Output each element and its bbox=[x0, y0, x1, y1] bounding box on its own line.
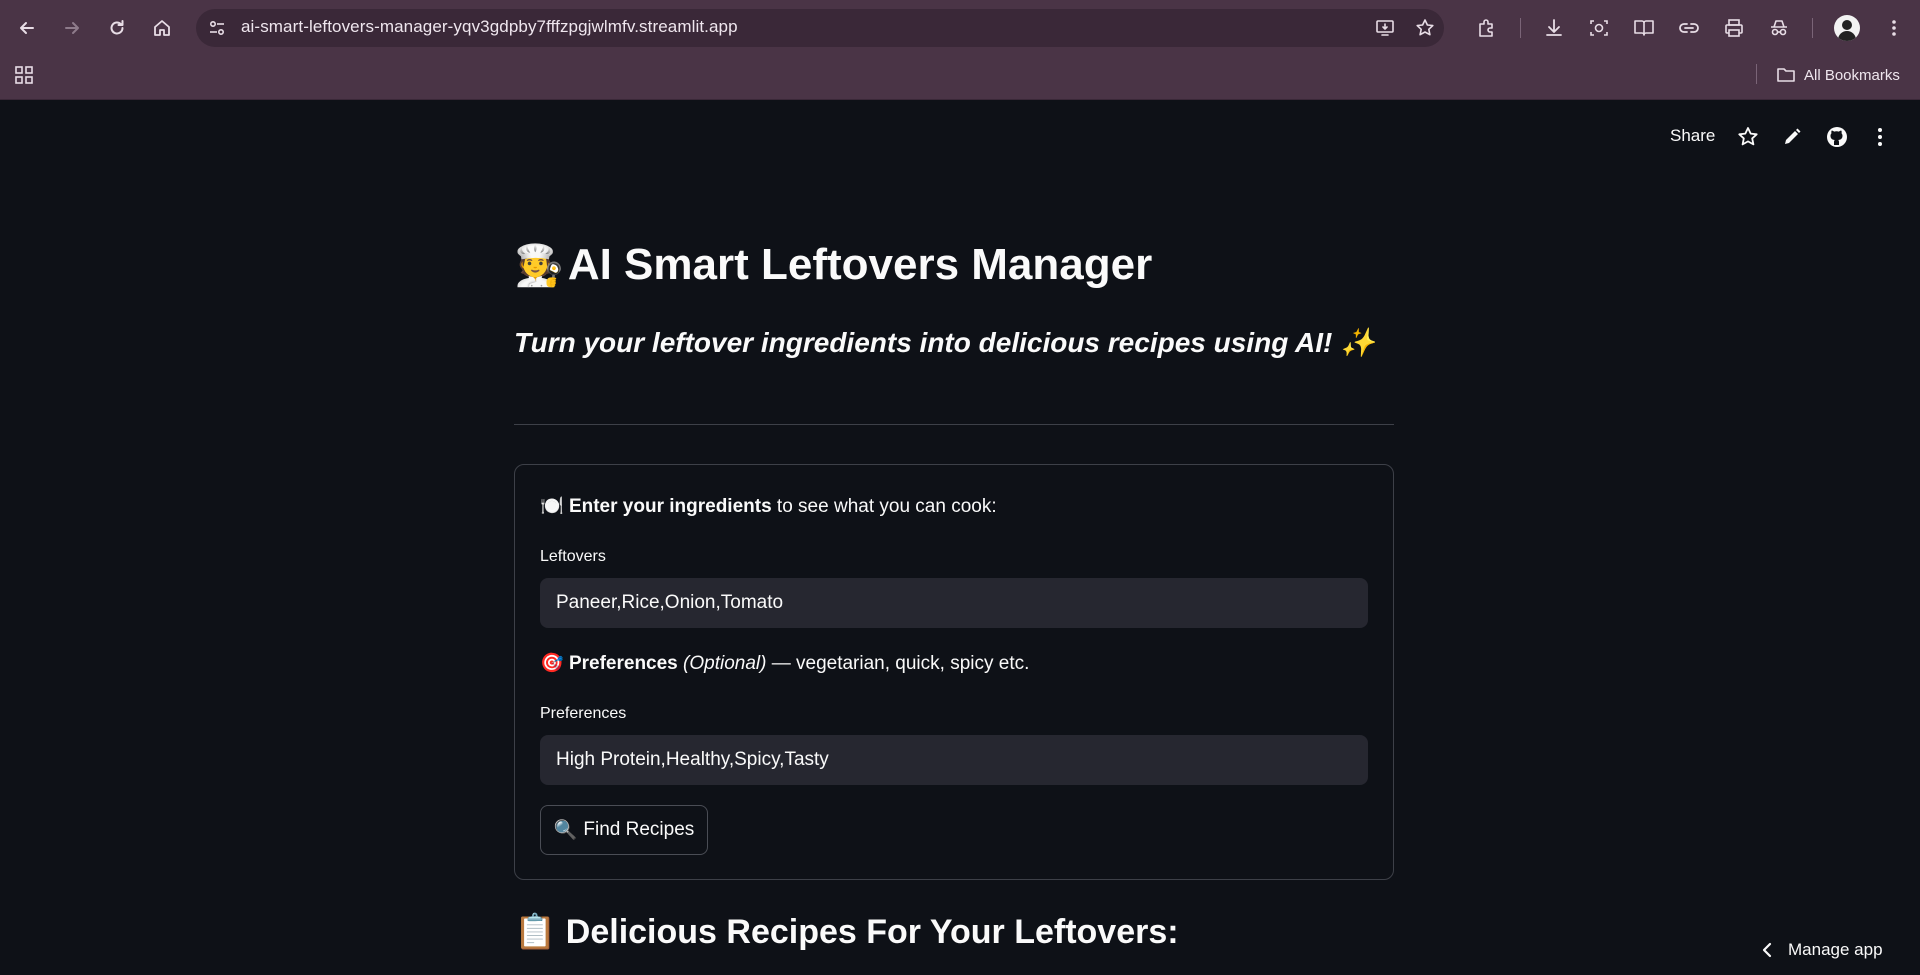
reload-icon[interactable] bbox=[101, 12, 133, 44]
back-icon[interactable] bbox=[11, 12, 43, 44]
download-icon[interactable] bbox=[1540, 14, 1568, 42]
preferences-prompt-bold: Preferences bbox=[568, 653, 678, 674]
manage-app-button[interactable]: Manage app bbox=[1760, 938, 1883, 962]
find-recipes-label: Find Recipes bbox=[583, 819, 695, 840]
bookmarks-bar bbox=[0, 56, 1920, 100]
page-subtitle: Turn your leftover ingredients into deli… bbox=[514, 327, 1375, 358]
find-recipes-button[interactable]: 🔍 Find Recipes bbox=[540, 805, 708, 855]
magnifier-emoji-icon: 🔍 bbox=[553, 820, 578, 841]
home-icon[interactable] bbox=[146, 12, 178, 44]
leftovers-input[interactable] bbox=[540, 578, 1368, 628]
preferences-label: Preferences bbox=[540, 705, 627, 722]
bookmarks-divider bbox=[1756, 64, 1757, 84]
toolbar-divider bbox=[1520, 18, 1521, 38]
reading-mode-icon[interactable] bbox=[1630, 14, 1658, 42]
ingredients-prompt-bold: Enter your ingredients bbox=[568, 496, 772, 517]
favorite-star-icon[interactable] bbox=[1736, 125, 1760, 149]
share-button[interactable]: Share bbox=[1670, 126, 1715, 146]
preferences-prompt-rest: — vegetarian, quick, spicy etc. bbox=[766, 653, 1030, 674]
folder-icon bbox=[1777, 68, 1795, 82]
manage-app-label: Manage app bbox=[1788, 940, 1883, 959]
chef-emoji-icon: 🧑‍🍳 bbox=[514, 243, 564, 288]
chevron-left-icon bbox=[1762, 942, 1772, 958]
page-title: 🧑‍🍳 AI Smart Leftovers Manager bbox=[514, 240, 1152, 290]
browser-menu-icon[interactable] bbox=[1880, 14, 1908, 42]
all-bookmarks-label: All Bookmarks bbox=[1804, 66, 1900, 84]
plate-emoji-icon: 🍽️ bbox=[540, 496, 564, 517]
preferences-prompt: 🎯 Preferences (Optional) — vegetarian, q… bbox=[540, 651, 1029, 675]
toolbar-divider bbox=[1812, 18, 1813, 38]
divider bbox=[514, 424, 1394, 425]
install-app-icon[interactable] bbox=[1372, 15, 1398, 41]
url-text[interactable]: ai-smart-leftovers-manager-yqv3gdpby7fff… bbox=[241, 17, 738, 37]
link-icon[interactable] bbox=[1675, 14, 1703, 42]
all-bookmarks-folder[interactable]: All Bookmarks bbox=[1776, 64, 1900, 86]
results-heading: 📋 Delicious Recipes For Your Leftovers: bbox=[514, 913, 1179, 951]
extensions-icon[interactable] bbox=[1473, 14, 1501, 42]
target-emoji-icon: 🎯 bbox=[540, 653, 564, 674]
app-menu-icon[interactable] bbox=[1868, 125, 1892, 149]
site-info-icon[interactable] bbox=[206, 17, 228, 39]
ingredients-prompt-rest: to see what you can cook: bbox=[771, 496, 997, 517]
incognito-icon[interactable] bbox=[1765, 14, 1793, 42]
leftovers-label: Leftovers bbox=[540, 548, 606, 565]
bookmark-star-icon[interactable] bbox=[1412, 15, 1438, 41]
ingredients-prompt: 🍽️ Enter your ingredients to see what yo… bbox=[540, 494, 997, 518]
print-icon[interactable] bbox=[1720, 14, 1748, 42]
preferences-prompt-optional: (Optional) bbox=[683, 653, 767, 674]
preferences-input[interactable] bbox=[540, 735, 1368, 785]
apps-grid-icon[interactable] bbox=[13, 64, 35, 86]
edit-pencil-icon[interactable] bbox=[1780, 125, 1804, 149]
forward-icon[interactable] bbox=[56, 12, 88, 44]
github-icon[interactable] bbox=[1825, 125, 1849, 149]
profile-avatar[interactable] bbox=[1834, 15, 1860, 41]
screenshot-icon[interactable] bbox=[1585, 14, 1613, 42]
page-title-text: AI Smart Leftovers Manager bbox=[567, 240, 1153, 289]
